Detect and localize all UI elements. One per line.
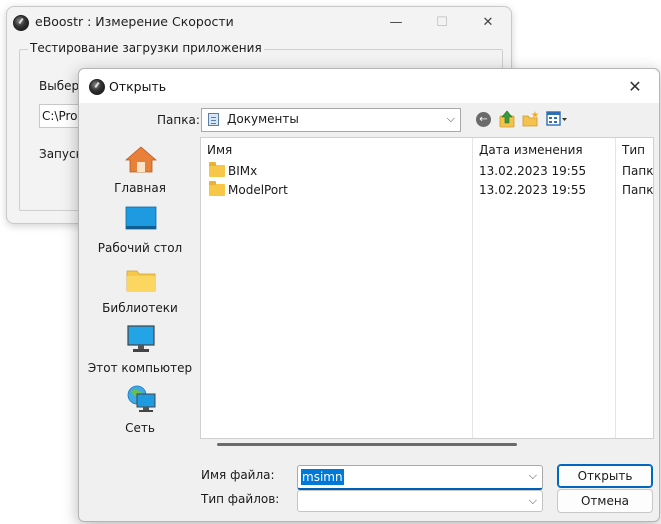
column-header-type[interactable]: Тип <box>616 138 653 162</box>
window-title: eBoostr : Измерение Скорости <box>35 14 234 29</box>
place-label: Сеть <box>125 421 155 435</box>
place-network[interactable]: Сеть <box>81 381 199 437</box>
app-icon <box>13 15 29 31</box>
open-dialog: Открыть ✕ Папка: Документы ⌵ ← Главная Р… <box>78 68 660 522</box>
filetype-label: Тип файлов: <box>201 492 280 506</box>
column-header-name[interactable]: Имя <box>201 138 469 162</box>
cancel-button[interactable]: Отмена <box>557 489 653 513</box>
folder-up-icon[interactable] <box>499 110 515 128</box>
filename-field[interactable]: msimn ⌵ <box>297 465 543 490</box>
filetype-dropdown[interactable]: ⌵ <box>297 490 543 512</box>
horizontal-scrollbar[interactable] <box>217 443 517 446</box>
file-name: BIMx <box>228 164 258 178</box>
close-button[interactable]: ✕ <box>465 7 511 37</box>
back-icon[interactable]: ← <box>476 112 491 127</box>
place-label: Рабочий стол <box>97 241 183 255</box>
filename-label: Имя файла: <box>201 468 275 482</box>
view-menu-icon[interactable] <box>546 110 568 128</box>
folder-label: Папка: <box>157 113 200 127</box>
network-icon <box>127 385 156 412</box>
place-desktop[interactable]: Рабочий стол <box>81 201 199 257</box>
close-button[interactable]: ✕ <box>615 71 655 101</box>
chevron-down-icon[interactable]: ⌵ <box>529 469 537 483</box>
maximize-button[interactable]: ☐ <box>419 7 465 37</box>
open-button[interactable]: Открыть <box>557 464 653 488</box>
place-label: Библиотеки <box>102 301 178 315</box>
chevron-down-icon: ⌵ <box>528 494 537 507</box>
title-bar: eBoostr : Измерение Скорости — ☐ ✕ <box>7 7 511 37</box>
chevron-down-icon: ⌵ <box>446 112 455 125</box>
folder-icon <box>209 162 225 177</box>
file-date: 13.02.2023 19:55 <box>479 183 587 197</box>
folder-icon <box>209 181 225 196</box>
file-name: ModelPort <box>228 183 288 197</box>
computer-icon <box>127 325 155 352</box>
libraries-icon <box>126 270 156 292</box>
dialog-title-bar: Открыть ✕ <box>79 69 659 103</box>
group-title: Тестирование загрузки приложения <box>28 41 264 55</box>
place-label: Главная <box>114 181 166 195</box>
folder-value: Документы <box>227 112 299 126</box>
desktop-icon <box>125 206 157 230</box>
places-bar: Главная Рабочий стол Библиотеки Этот ком… <box>81 137 199 437</box>
file-type: Папк <box>622 164 654 178</box>
folder-dropdown[interactable]: Документы ⌵ <box>201 108 461 132</box>
home-icon <box>125 146 157 173</box>
minimize-button[interactable]: — <box>373 7 419 37</box>
documents-icon <box>208 113 219 126</box>
new-folder-icon[interactable] <box>522 110 540 128</box>
column-header-date[interactable]: Дата изменения <box>473 138 611 162</box>
place-libraries[interactable]: Библиотеки <box>81 261 199 317</box>
list-item[interactable]: BIMx 13.02.2023 19:55 Папк <box>201 162 653 181</box>
dialog-title: Открыть <box>109 79 167 94</box>
filename-value: msimn <box>301 469 344 485</box>
file-date: 13.02.2023 19:55 <box>479 164 587 178</box>
app-icon <box>89 79 105 95</box>
list-item[interactable]: ModelPort 13.02.2023 19:55 Папк <box>201 181 653 200</box>
place-home[interactable]: Главная <box>81 141 199 197</box>
file-type: Папк <box>622 183 654 197</box>
file-list[interactable]: ^ Имя Дата изменения Тип BIMx 13.02.2023… <box>200 137 654 439</box>
place-this-pc[interactable]: Этот компьютер <box>81 321 199 377</box>
place-label: Этот компьютер <box>87 361 193 375</box>
